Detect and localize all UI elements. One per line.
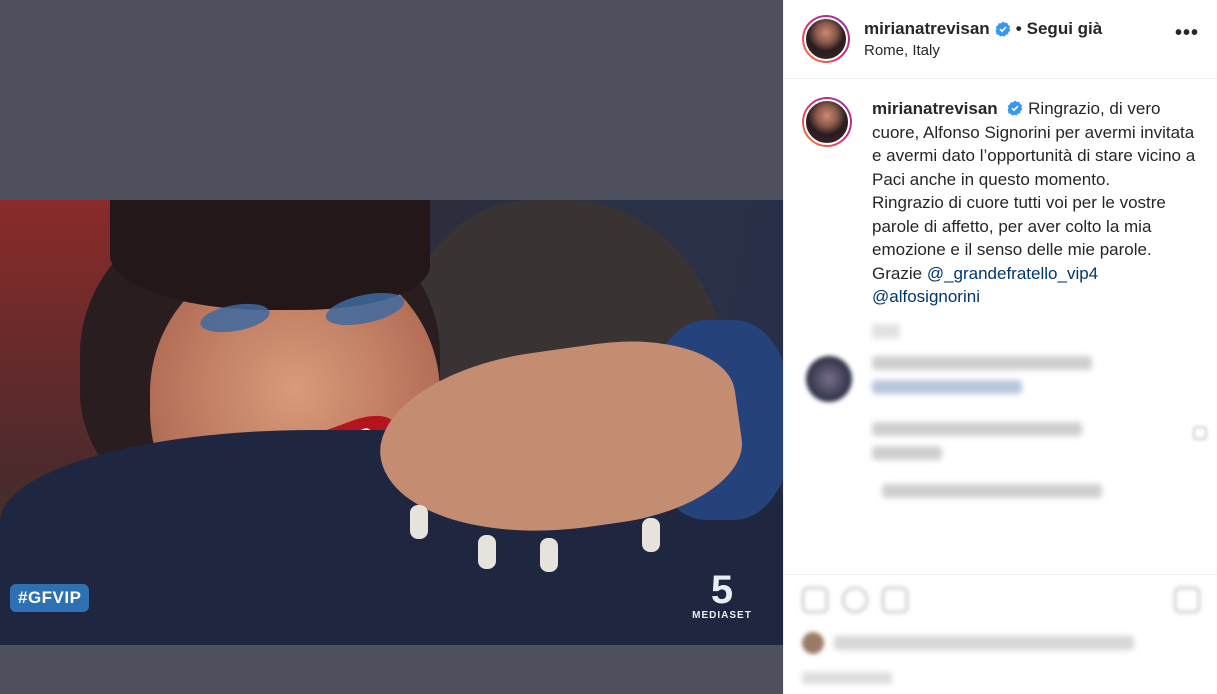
post-sidebar: mirianatrevisan • Segui già Rome, Italy … — [783, 0, 1217, 694]
channel-logo-number: 5 — [710, 568, 734, 612]
post-media[interactable]: #GFVIP 5 MEDIASET — [0, 0, 783, 694]
caption-timestamp-blurred: ▒▒▒ — [872, 322, 900, 338]
channel-logo-text: MEDIASET — [692, 610, 752, 621]
media-letterbox-top — [0, 0, 783, 200]
like-icon[interactable] — [802, 586, 828, 613]
caption-paragraph-2: Ringrazio di cuore tutti voi per le vost… — [872, 193, 1166, 259]
hashtag-overlay: #GFVIP — [10, 584, 90, 612]
comment-blurred — [784, 338, 1217, 508]
likes-text-blurred[interactable] — [834, 636, 1134, 650]
author-info: mirianatrevisan • Segui già Rome, Italy — [864, 19, 1102, 59]
share-icon[interactable] — [882, 586, 908, 613]
post-location[interactable]: Rome, Italy — [864, 42, 1102, 59]
post-caption: mirianatrevisan Ringrazio, di vero cuore… — [784, 79, 1217, 309]
liker-avatar — [802, 632, 824, 654]
verified-badge-icon — [995, 21, 1011, 37]
action-bar — [784, 574, 1217, 624]
fingernail — [410, 505, 428, 539]
post-date-blurred — [802, 672, 892, 684]
author-avatar[interactable] — [802, 15, 850, 63]
video-frame — [0, 200, 783, 645]
mention-link[interactable]: @alfosignorini — [872, 285, 1199, 309]
author-username[interactable]: mirianatrevisan — [864, 19, 990, 39]
fingernail — [540, 538, 558, 572]
more-options-icon[interactable]: ••• — [1175, 22, 1199, 45]
comment-like-icon[interactable] — [1193, 426, 1207, 440]
follow-button[interactable]: Segui già — [1027, 19, 1103, 39]
commenter-avatar[interactable] — [806, 355, 852, 402]
fingernail — [478, 535, 496, 569]
comment-icon[interactable] — [842, 586, 868, 613]
caption-grazie: Grazie — [872, 263, 923, 283]
save-icon[interactable] — [1174, 586, 1200, 613]
fingernail — [642, 518, 660, 552]
caption-author-avatar[interactable] — [802, 97, 852, 147]
media-letterbox-bottom — [0, 645, 783, 694]
caption-username[interactable]: mirianatrevisan — [872, 99, 998, 118]
verified-badge-icon — [1007, 99, 1023, 116]
caption-text: mirianatrevisan Ringrazio, di vero cuore… — [872, 97, 1199, 309]
likes-row-blurred — [802, 632, 1134, 654]
mention-link[interactable]: @_grandefratello_vip4 — [927, 264, 1098, 283]
post-header: mirianatrevisan • Segui già Rome, Italy … — [784, 0, 1217, 79]
separator-dot: • — [1015, 19, 1022, 38]
channel-logo: 5 MEDIASET — [690, 570, 754, 621]
